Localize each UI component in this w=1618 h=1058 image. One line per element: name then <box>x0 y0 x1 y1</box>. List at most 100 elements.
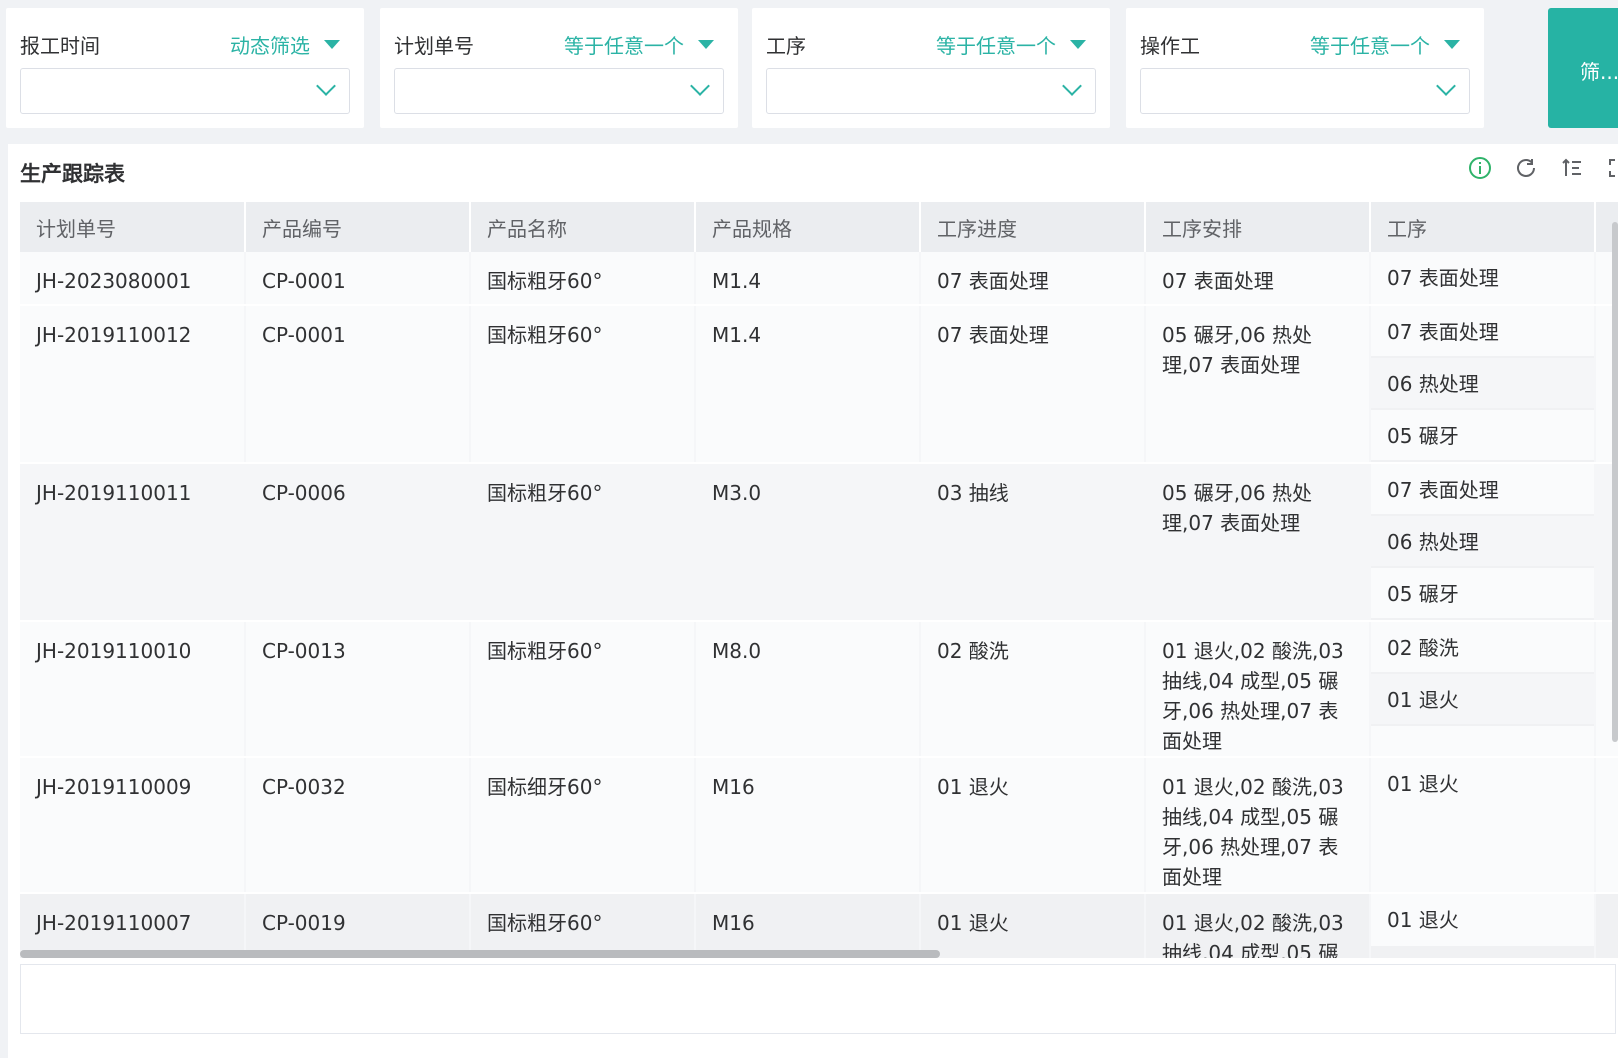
process-item: 07 表面处理 <box>1371 252 1594 304</box>
filter-mode-dropdown[interactable]: 动态筛选 <box>230 30 340 59</box>
cell-name: 国标粗牙60° <box>470 305 696 464</box>
cell-arrangement: 01 退火,02 酸洗,03 抽线,04 成型,05 碾牙,06 热处理,07 … <box>1145 893 1371 958</box>
tracking-table: 计划单号 产品编号 产品名称 产品规格 工序进度 工序安排 工序 JH-2023080001… <box>20 202 1618 958</box>
process-item: 06 热处理 <box>1371 516 1594 568</box>
cell-progress: 07 表面处理 <box>920 305 1146 464</box>
filter-mode-label: 动态筛选 <box>230 34 310 58</box>
process-item: 07 表面处理 <box>1371 464 1594 516</box>
table-row[interactable]: JH-2019110012 CP-0001 国标粗牙60° M1.4 07 表面处理 05… <box>20 305 1618 464</box>
process-item: 07 表面处理 <box>1371 306 1594 358</box>
cell-procs: 01 退火 <box>1370 757 1596 894</box>
process-item: 01 退火 <box>1371 758 1594 810</box>
filter-select[interactable] <box>20 68 350 114</box>
production-tracking-panel: 生产跟踪表 计划单号 产品编号 产品名称 产品规格 工序进度 工序安排 工序 J… <box>8 144 1618 1058</box>
cell-progress: 02 酸洗 <box>920 621 1146 758</box>
panel-title: 生产跟踪表 <box>20 162 125 186</box>
cell-spec: M16 <box>695 893 921 958</box>
table-footer <box>20 964 1616 1034</box>
table-row[interactable]: JH-2019110007 CP-0019 国标粗牙60° M16 01 退火 01 退火… <box>20 893 1618 958</box>
filter-card-2: 计划单号 等于任意一个 <box>380 8 738 128</box>
filter-label: 计划单号 <box>394 34 474 58</box>
table-header-row: 计划单号 产品编号 产品名称 产品规格 工序进度 工序安排 工序 <box>20 202 1618 252</box>
table-row[interactable]: JH-2023080001 CP-0001 国标粗牙60° M1.4 07 表面处理 07… <box>20 252 1618 306</box>
cell-spec: M8.0 <box>695 621 921 758</box>
filter-label: 工序 <box>766 34 806 58</box>
cell-code: CP-0013 <box>245 621 471 758</box>
chevron-down-icon <box>1062 76 1082 96</box>
chevron-down-icon <box>1436 76 1456 96</box>
cell-plan: JH-2019110007 <box>20 893 246 958</box>
filter-mode-dropdown[interactable]: 等于任意一个 <box>1310 30 1460 59</box>
cell-plan: JH-2019110010 <box>20 621 246 758</box>
cell-spec: M1.4 <box>695 252 921 306</box>
cell-spec: M3.0 <box>695 463 921 622</box>
cell-progress: 03 抽线 <box>920 463 1146 622</box>
table-row[interactable]: JH-2019110011 CP-0006 国标粗牙60° M3.0 03 抽线 05 碾… <box>20 463 1618 622</box>
column-header[interactable]: 产品规格 <box>695 202 921 252</box>
filter-select[interactable] <box>394 68 724 114</box>
cell-arrangement: 01 退火,02 酸洗,03 抽线,04 成型,05 碾牙,06 热处理,07 … <box>1145 757 1371 894</box>
chevron-down-icon <box>316 76 336 96</box>
cell-spec: M1.4 <box>695 305 921 464</box>
column-header[interactable]: 计划单号 <box>20 202 246 252</box>
table-row[interactable]: JH-2019110009 CP-0032 国标细牙60° M16 01 退火 01 退火… <box>20 757 1618 894</box>
cell-overflow <box>1595 757 1618 894</box>
panel-toolbar <box>1468 156 1618 180</box>
column-header[interactable]: 工序安排 <box>1145 202 1371 252</box>
cell-progress: 01 退火 <box>920 757 1146 894</box>
cell-name: 国标粗牙60° <box>470 893 696 958</box>
cell-arrangement: 05 碾牙,06 热处理,07 表面处理 <box>1145 463 1371 622</box>
caret-down-icon <box>1444 40 1460 49</box>
filter-card-3: 工序 等于任意一个 <box>752 8 1110 128</box>
page: 报工时间 动态筛选 计划单号 等于任意一个 工序 等于任意一个 操作工 等于任意一个 筛...… <box>0 0 1618 1058</box>
cell-plan: JH-2019110011 <box>20 463 246 622</box>
cell-code: CP-0019 <box>245 893 471 958</box>
filter-card-1: 报工时间 动态筛选 <box>6 8 364 128</box>
filter-mode-label: 等于任意一个 <box>564 34 684 58</box>
cell-procs: 02 酸洗 01 退火 <box>1370 621 1596 758</box>
cell-plan: JH-2023080001 <box>20 252 246 306</box>
cell-arrangement: 07 表面处理 <box>1145 252 1371 306</box>
caret-down-icon <box>1070 40 1086 49</box>
table-row[interactable]: JH-2019110010 CP-0013 国标粗牙60° M8.0 02 酸洗 01 退… <box>20 621 1618 758</box>
cell-name: 国标粗牙60° <box>470 621 696 758</box>
cell-arrangement: 05 碾牙,06 热处理,07 表面处理 <box>1145 305 1371 464</box>
column-header[interactable]: 工序 <box>1370 202 1596 252</box>
fullscreen-icon[interactable] <box>1606 156 1618 180</box>
cell-procs: 07 表面处理 <box>1370 252 1596 306</box>
cell-procs: 07 表面处理 06 热处理 05 碾牙 <box>1370 305 1596 464</box>
filter-card-4: 操作工 等于任意一个 <box>1126 8 1484 128</box>
process-item: 01 退火 <box>1371 894 1594 946</box>
cell-arrangement: 01 退火,02 酸洗,03 抽线,04 成型,05 碾牙,06 热处理,07 … <box>1145 621 1371 758</box>
cell-procs: 01 退火 <box>1370 893 1596 958</box>
vertical-scrollbar[interactable] <box>1612 222 1618 742</box>
filter-mode-label: 等于任意一个 <box>936 34 1056 58</box>
horizontal-scrollbar[interactable] <box>20 950 940 958</box>
cell-spec: M16 <box>695 757 921 894</box>
filter-select[interactable] <box>766 68 1096 114</box>
process-item: 05 碾牙 <box>1371 410 1594 462</box>
filter-label: 操作工 <box>1140 34 1200 58</box>
filter-mode-dropdown[interactable]: 等于任意一个 <box>564 30 714 59</box>
cell-procs: 07 表面处理 06 热处理 05 碾牙 <box>1370 463 1596 622</box>
column-header[interactable]: 产品编号 <box>245 202 471 252</box>
filter-button[interactable]: 筛... <box>1548 8 1618 128</box>
process-item: 02 酸洗 <box>1371 622 1594 674</box>
column-header[interactable]: 工序进度 <box>920 202 1146 252</box>
cell-overflow <box>1595 893 1618 958</box>
process-item: 06 热处理 <box>1371 358 1594 410</box>
cell-name: 国标粗牙60° <box>470 463 696 622</box>
cell-progress: 07 表面处理 <box>920 252 1146 306</box>
process-item: 05 碾牙 <box>1371 568 1594 620</box>
filter-label: 报工时间 <box>20 34 100 58</box>
filter-select[interactable] <box>1140 68 1470 114</box>
refresh-icon[interactable] <box>1514 156 1538 180</box>
filter-mode-dropdown[interactable]: 等于任意一个 <box>936 30 1086 59</box>
cell-code: CP-0006 <box>245 463 471 622</box>
cell-code: CP-0032 <box>245 757 471 894</box>
info-icon[interactable] <box>1468 156 1492 180</box>
cell-code: CP-0001 <box>245 252 471 306</box>
column-header[interactable]: 产品名称 <box>470 202 696 252</box>
sort-icon[interactable] <box>1560 156 1584 180</box>
cell-name: 国标细牙60° <box>470 757 696 894</box>
